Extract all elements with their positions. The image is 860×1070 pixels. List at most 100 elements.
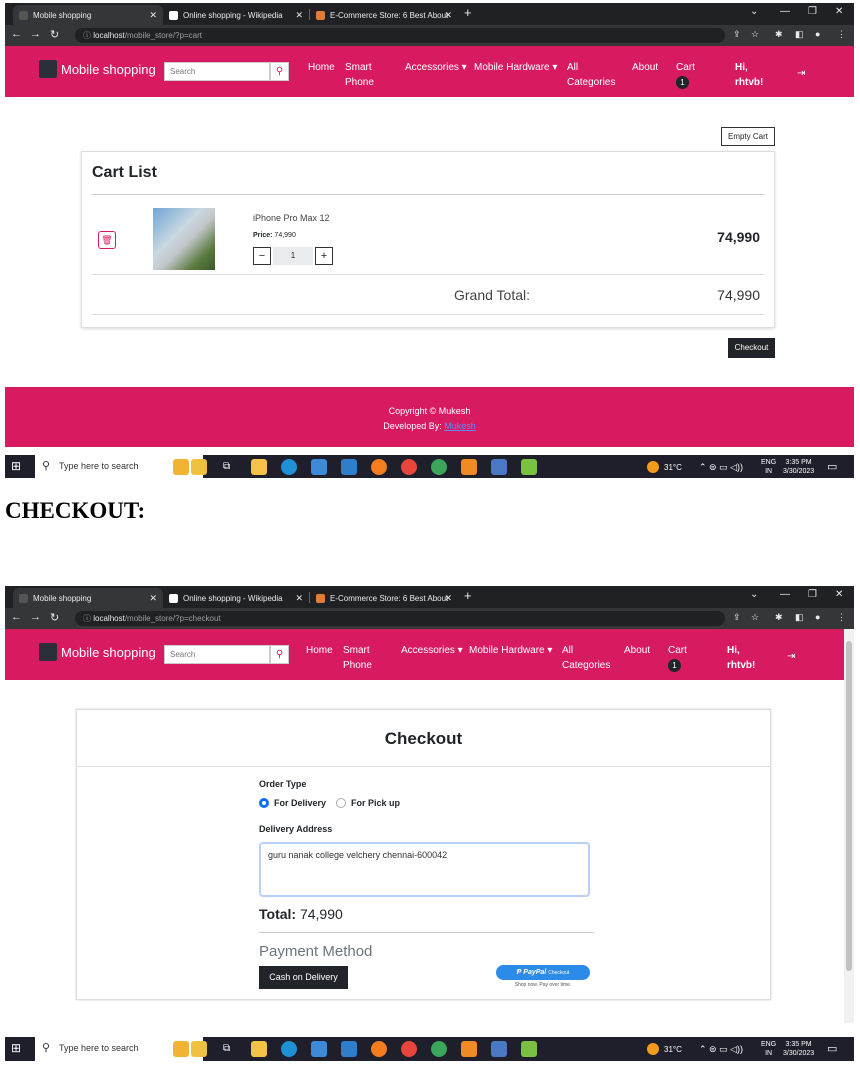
clock[interactable]: 3:35 PM 3/30/2023 bbox=[783, 1040, 814, 1058]
radio-delivery-selected[interactable] bbox=[259, 798, 269, 808]
brand[interactable]: Mobile shopping bbox=[39, 60, 156, 78]
nav-smart-phone[interactable]: Smart Phone bbox=[343, 643, 372, 673]
nav-cart[interactable]: Cart 1 bbox=[676, 60, 695, 90]
news-widget-icon[interactable] bbox=[173, 1041, 189, 1057]
search-button[interactable]: ⚲ bbox=[270, 62, 289, 81]
restore-icon[interactable]: ❐ bbox=[808, 589, 817, 600]
radio-delivery-label[interactable]: For Delivery bbox=[274, 798, 326, 808]
nav-about[interactable]: About bbox=[624, 643, 650, 658]
mail-icon[interactable] bbox=[341, 1041, 357, 1057]
chrome-icon[interactable] bbox=[401, 1041, 417, 1057]
edge-icon[interactable] bbox=[281, 1041, 297, 1057]
scrollbar-thumb[interactable] bbox=[846, 641, 852, 971]
nav-mobile-hardware-dropdown[interactable]: Mobile Hardware ▾ bbox=[469, 643, 552, 658]
store-icon[interactable] bbox=[311, 1041, 327, 1057]
app-icon[interactable] bbox=[491, 1041, 507, 1057]
side-panel-icon[interactable]: ◧ bbox=[795, 612, 804, 623]
extensions-icon[interactable]: ✱ bbox=[775, 29, 783, 40]
minimize-icon[interactable]: — bbox=[780, 589, 790, 600]
notepad-icon[interactable] bbox=[521, 459, 537, 475]
close-window-icon[interactable]: ✕ bbox=[835, 6, 843, 17]
tab-ecommerce-store[interactable]: E-Commerce Store: 6 Best About ✕ bbox=[310, 588, 458, 608]
notifications-icon[interactable]: ▭ bbox=[827, 1042, 837, 1055]
developer-link[interactable]: Mukesh bbox=[444, 421, 476, 431]
radio-pickup-label[interactable]: For Pick up bbox=[351, 798, 400, 808]
tray-icons[interactable]: ⌃ ⊜ ▭ ◁)) bbox=[699, 1044, 743, 1055]
nav-accessories-dropdown[interactable]: Accessories ▾ bbox=[405, 60, 467, 75]
file-explorer-icon[interactable] bbox=[251, 459, 267, 475]
new-tab-icon[interactable]: + bbox=[464, 588, 472, 603]
search-input[interactable]: Search bbox=[164, 62, 270, 81]
close-tab-icon[interactable]: ✕ bbox=[295, 10, 303, 21]
tab-search-icon[interactable]: ⌄ bbox=[750, 6, 758, 17]
radio-pickup[interactable] bbox=[336, 798, 347, 808]
search-button[interactable]: ⚲ bbox=[270, 645, 289, 664]
edge-icon[interactable] bbox=[281, 459, 297, 475]
quantity-input[interactable]: 1 bbox=[273, 247, 313, 265]
nav-home[interactable]: Home bbox=[308, 60, 335, 75]
tab-search-icon[interactable]: ⌄ bbox=[750, 589, 758, 600]
url-field[interactable]: ⓘ localhost/mobile_store/?p=checkout bbox=[75, 611, 725, 626]
side-panel-icon[interactable]: ◧ bbox=[795, 29, 804, 40]
bookmark-star-icon[interactable]: ☆ bbox=[751, 29, 759, 40]
firefox-icon[interactable] bbox=[371, 1041, 387, 1057]
search-input[interactable]: Search bbox=[164, 645, 270, 664]
chrome-profile-icon[interactable] bbox=[431, 459, 447, 475]
language-indicator[interactable]: ENG IN bbox=[761, 1040, 776, 1058]
close-tab-icon[interactable]: ✕ bbox=[149, 593, 157, 604]
app-icon[interactable] bbox=[491, 459, 507, 475]
notepad-icon[interactable] bbox=[521, 1041, 537, 1057]
nav-all-categories[interactable]: All Categories bbox=[562, 643, 610, 673]
paypal-checkout-button[interactable]: Ᵽ PayPal Checkout bbox=[496, 965, 590, 980]
language-indicator[interactable]: ENG IN bbox=[761, 458, 776, 476]
nav-home[interactable]: Home bbox=[306, 643, 333, 658]
chrome-icon[interactable] bbox=[401, 459, 417, 475]
tab-ecommerce-store[interactable]: E-Commerce Store: 6 Best About ✕ bbox=[310, 5, 458, 25]
tab-mobile-shopping[interactable]: Mobile shopping ✕ bbox=[13, 588, 163, 608]
mail-icon[interactable] bbox=[341, 459, 357, 475]
firefox-icon[interactable] bbox=[371, 459, 387, 475]
qty-plus-button[interactable]: + bbox=[315, 247, 333, 265]
chrome-profile-icon[interactable] bbox=[431, 1041, 447, 1057]
url-field[interactable]: ⓘ localhost/mobile_store/?p=cart bbox=[75, 28, 725, 43]
nav-mobile-hardware-dropdown[interactable]: Mobile Hardware ▾ bbox=[474, 60, 557, 75]
file-explorer-icon[interactable] bbox=[251, 1041, 267, 1057]
tab-mobile-shopping[interactable]: Mobile shopping ✕ bbox=[13, 5, 163, 25]
checkout-button[interactable]: Checkout bbox=[728, 338, 775, 358]
tray-icons[interactable]: ⌃ ⊜ ▭ ◁)) bbox=[699, 462, 743, 473]
forward-icon[interactable]: → bbox=[30, 28, 41, 40]
share-icon[interactable]: ⇪ bbox=[733, 612, 741, 623]
close-tab-icon[interactable]: ✕ bbox=[444, 10, 452, 21]
nav-accessories-dropdown[interactable]: Accessories ▾ bbox=[401, 643, 463, 658]
forward-icon[interactable]: → bbox=[30, 611, 41, 623]
close-window-icon[interactable]: ✕ bbox=[835, 589, 843, 600]
weather-widget-icon[interactable] bbox=[191, 1041, 207, 1057]
windows-start-icon[interactable]: ⊞ bbox=[11, 1041, 21, 1055]
task-view-icon[interactable]: ⧉ bbox=[223, 1043, 230, 1054]
restore-icon[interactable]: ❐ bbox=[808, 6, 817, 17]
close-tab-icon[interactable]: ✕ bbox=[149, 10, 157, 21]
xampp-icon[interactable] bbox=[461, 1041, 477, 1057]
nav-smart-phone[interactable]: Smart Phone bbox=[345, 60, 374, 90]
clock[interactable]: 3:35 PM 3/30/2023 bbox=[783, 458, 814, 476]
menu-icon[interactable]: ⋮ bbox=[837, 612, 846, 623]
news-widget-icon[interactable] bbox=[173, 459, 189, 475]
back-icon[interactable]: ← bbox=[11, 28, 22, 40]
windows-start-icon[interactable]: ⊞ bbox=[11, 459, 21, 473]
tab-wikipedia[interactable]: Online shopping - Wikipedia ✕ bbox=[163, 5, 309, 25]
profile-icon[interactable]: ● bbox=[815, 29, 820, 39]
close-tab-icon[interactable]: ✕ bbox=[444, 593, 452, 604]
xampp-icon[interactable] bbox=[461, 459, 477, 475]
qty-minus-button[interactable]: − bbox=[253, 247, 271, 265]
cash-on-delivery-button[interactable]: Cash on Delivery bbox=[259, 966, 348, 989]
logout-icon[interactable]: ⇥ bbox=[797, 66, 805, 81]
logout-icon[interactable]: ⇥ bbox=[787, 649, 795, 664]
extensions-icon[interactable]: ✱ bbox=[775, 612, 783, 623]
minimize-icon[interactable]: — bbox=[780, 6, 790, 17]
back-icon[interactable]: ← bbox=[11, 611, 22, 623]
reload-icon[interactable]: ↻ bbox=[50, 611, 59, 624]
brand[interactable]: Mobile shopping bbox=[39, 643, 156, 661]
empty-cart-button[interactable]: Empty Cart bbox=[721, 127, 775, 146]
menu-icon[interactable]: ⋮ bbox=[837, 29, 846, 40]
new-tab-icon[interactable]: + bbox=[464, 5, 472, 20]
